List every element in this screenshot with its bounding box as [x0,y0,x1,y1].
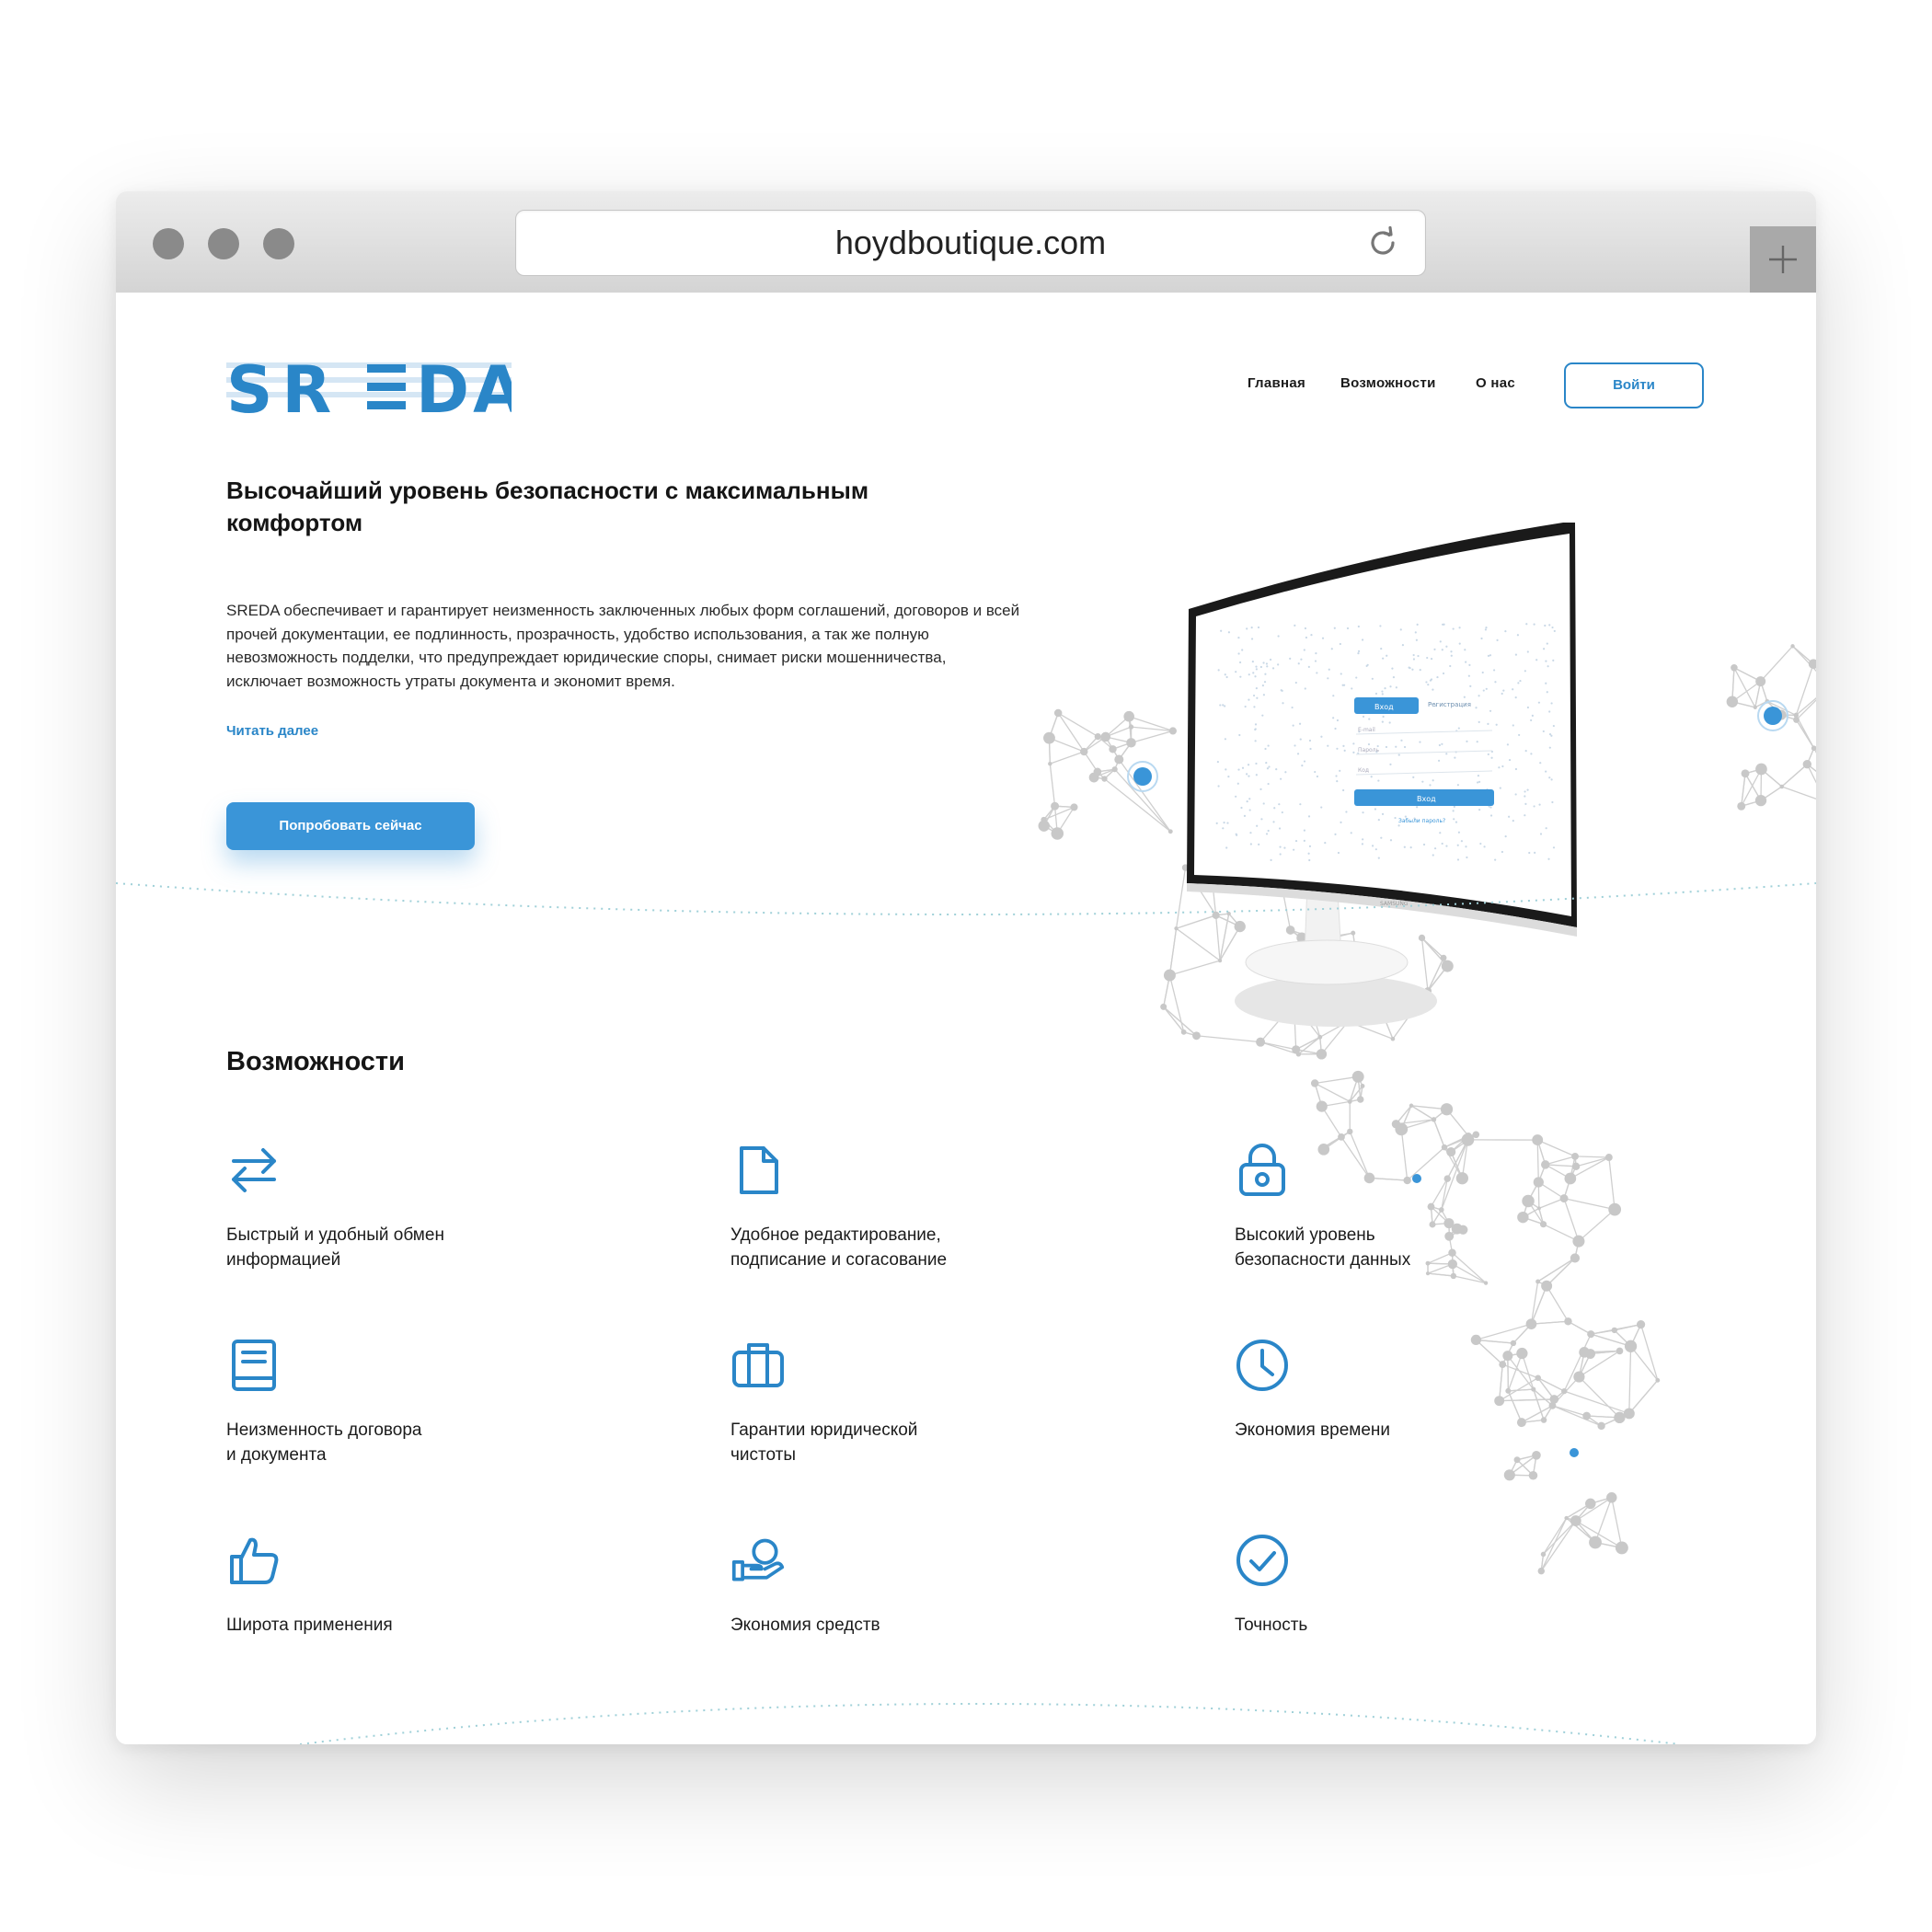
try-now-button[interactable]: Попробовать сейчас [226,802,475,850]
feature-immutability: Неизменность договора и документа [226,1338,613,1467]
feature-editing: Удобное редактирование, подписание и сог… [730,1143,1117,1272]
web-page: SR DA Главная Возможности О нас Войти Вы… [116,293,1816,1744]
document-icon [740,1146,778,1194]
feature-time: Экономия времени [1235,1338,1621,1443]
window-zoom-dot[interactable] [263,228,294,259]
feature-label: Точность [1235,1616,1308,1635]
feature-label: Быстрый и удобный обмен информацией [226,1225,444,1270]
read-more-link[interactable]: Читать далее [226,723,318,739]
mockup-forgot: Забыли пароль? [1398,818,1445,824]
feature-security: Высокий уровень безопасности данных [1235,1143,1621,1272]
mockup-tab-register: Регистрация [1428,701,1471,708]
nav-item-features[interactable]: Возможности [1340,375,1436,391]
reload-icon[interactable] [1364,224,1401,261]
mockup-tab-login: Вход [1374,703,1394,711]
features-title: Возможности [226,1047,405,1076]
feature-scope: Широта применения [226,1533,613,1638]
feature-label: Широта применения [226,1616,393,1635]
feature-label: Гарантии юридической чистоты [730,1420,918,1465]
feature-label: Удобное редактирование, подписание и сог… [730,1225,948,1270]
hero-title: Высочайший уровень безопасности с максим… [226,477,869,536]
exchange-arrows-icon [232,1148,276,1192]
feature-accuracy: Точность [1235,1533,1621,1638]
feature-label: Неизменность договора и документа [226,1420,422,1465]
window-close-dot[interactable] [153,228,184,259]
briefcase-icon [732,1343,784,1387]
feature-exchange: Быстрый и удобный обмен информацией [226,1143,613,1272]
section-divider [116,882,1816,915]
lock-icon [1239,1144,1285,1196]
feature-label: Экономия времени [1235,1420,1391,1440]
mockup-field-code: Код [1358,767,1369,774]
svg-text:SR: SR [226,357,340,416]
mockup-field-email: E-mail [1358,727,1375,733]
new-tab-button[interactable] [1750,226,1816,293]
url-text: hoydboutique.com [834,224,1107,261]
clock-icon [1236,1340,1288,1391]
svg-text:DA: DA [416,357,512,416]
browser-window: hoydboutique.com SR DA Главная Возможнос… [116,191,1816,1744]
hand-coin-icon [731,1538,785,1581]
address-bar[interactable]: hoydboutique.com [515,210,1426,276]
sreda-logo[interactable]: SR DA [226,357,512,416]
browser-toolbar: hoydboutique.com [116,191,1816,293]
mockup-field-password: Пароль [1358,747,1380,753]
window-minimize-dot[interactable] [208,228,239,259]
feature-legal: Гарантии юридической чистоты [730,1338,1117,1467]
book-icon [232,1340,276,1391]
login-button[interactable]: Войти [1564,362,1704,408]
feature-savings: Экономия средств [730,1533,1117,1638]
section-divider-bottom [299,1703,1681,1744]
nav-item-about[interactable]: О нас [1476,375,1515,391]
thumbs-up-icon [230,1537,279,1584]
check-circle-icon [1236,1535,1288,1586]
mockup-submit: Вход [1417,795,1436,803]
feature-label: Экономия средств [730,1616,880,1635]
nav-item-home[interactable]: Главная [1248,375,1305,391]
feature-label: Высокий уровень безопасности данных [1235,1225,1411,1270]
hero-text: SREDA обеспечивает и гарантирует неизмен… [226,602,1020,690]
plus-icon [1769,246,1797,273]
